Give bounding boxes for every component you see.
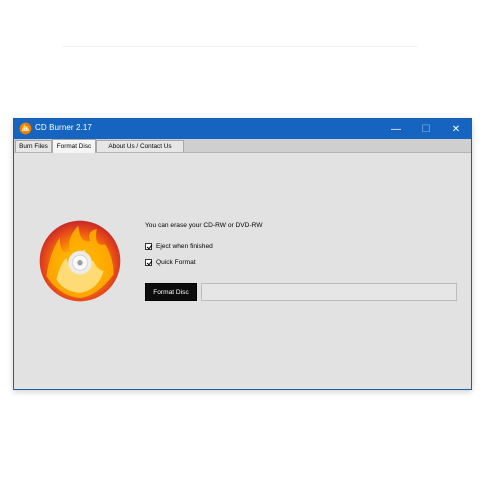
tab-strip: Burn Files Format Disc About Us / Contac… bbox=[14, 139, 471, 153]
eject-checkbox[interactable] bbox=[145, 243, 152, 250]
flaming-disc-icon bbox=[19, 122, 32, 135]
tab-about-contact[interactable]: About Us / Contact Us bbox=[96, 140, 184, 152]
title-bar[interactable]: CD Burner 2.17 — ☐ ✕ bbox=[14, 119, 471, 139]
eject-label: Eject when finished bbox=[156, 243, 213, 250]
flaming-disc-logo bbox=[39, 220, 121, 302]
progress-bar bbox=[201, 283, 457, 301]
window-title: CD Burner 2.17 bbox=[35, 123, 92, 132]
tab-burn-files[interactable]: Burn Files bbox=[15, 140, 52, 152]
quick-format-checkbox-row[interactable]: Quick Format bbox=[145, 259, 196, 266]
format-disc-button[interactable]: Format Disc bbox=[145, 283, 197, 301]
minimize-button[interactable]: — bbox=[381, 119, 411, 139]
quick-format-checkbox[interactable] bbox=[145, 259, 152, 266]
eject-checkbox-row[interactable]: Eject when finished bbox=[145, 243, 213, 250]
tab-format-disc[interactable]: Format Disc bbox=[52, 139, 96, 153]
maximize-button[interactable]: ☐ bbox=[411, 119, 441, 139]
quick-format-label: Quick Format bbox=[156, 259, 196, 266]
app-window: CD Burner 2.17 — ☐ ✕ Burn Files Format D… bbox=[13, 118, 472, 390]
info-text: You can erase your CD-RW or DVD-RW bbox=[145, 222, 263, 229]
close-button[interactable]: ✕ bbox=[441, 119, 471, 139]
background-divider bbox=[62, 46, 418, 47]
